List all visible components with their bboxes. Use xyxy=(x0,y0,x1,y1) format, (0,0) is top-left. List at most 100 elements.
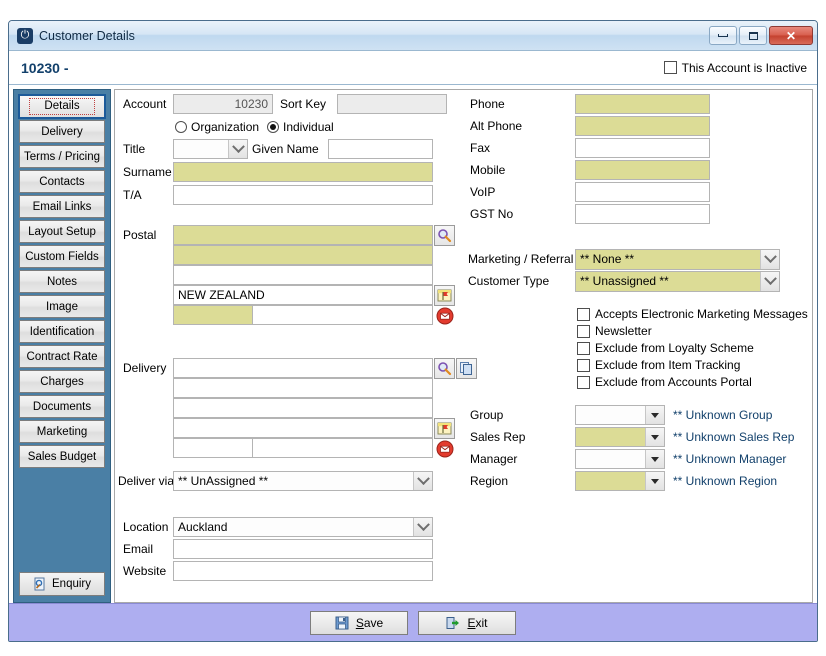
delivery-map-icon[interactable] xyxy=(434,418,455,439)
exit-label-rest: xit xyxy=(475,615,488,630)
location-combo[interactable]: Auckland xyxy=(173,517,433,537)
postal-line1-field[interactable] xyxy=(173,225,433,245)
postal-line2-field[interactable] xyxy=(173,245,433,265)
chevron-down-icon[interactable] xyxy=(645,428,664,446)
postal-email-icon[interactable] xyxy=(434,305,455,326)
customer-type-combo[interactable]: ** Unassigned ** xyxy=(575,271,780,292)
organization-radio-group[interactable]: Organization xyxy=(175,120,259,134)
marketing-referral-combo[interactable]: ** None ** xyxy=(575,249,780,270)
inactive-checkbox[interactable] xyxy=(663,61,677,74)
sidebar-item-charges[interactable]: Charges xyxy=(19,370,105,393)
exclude-item-tracking-checkbox[interactable] xyxy=(577,358,590,372)
delivery-extra-field[interactable] xyxy=(253,438,433,458)
sort-key-field[interactable] xyxy=(337,94,447,114)
checkbox-row-exclude-loyalty[interactable]: Exclude from Loyalty Scheme xyxy=(577,341,754,355)
delivery-line4-field[interactable] xyxy=(173,418,433,438)
postal-line3-field[interactable] xyxy=(173,265,433,285)
chevron-down-icon[interactable] xyxy=(413,472,432,490)
sidebar-item-terms-pricing[interactable]: Terms / Pricing xyxy=(19,145,105,168)
checkbox-row-newsletter[interactable]: Newsletter xyxy=(577,324,652,338)
website-field[interactable] xyxy=(173,561,433,581)
sidebar-item-label: Delivery xyxy=(41,125,83,138)
postal-extra-field[interactable] xyxy=(253,305,433,325)
chevron-down-icon[interactable] xyxy=(645,450,664,468)
deliver-via-combo[interactable]: ** UnAssigned ** xyxy=(173,471,433,491)
checkbox-row-exclude-accounts-portal[interactable]: Exclude from Accounts Portal xyxy=(577,375,752,389)
checkbox-row-accepts-marketing[interactable]: Accepts Electronic Marketing Messages xyxy=(577,307,808,321)
checkbox-label: Exclude from Item Tracking xyxy=(595,358,741,372)
deliver-via-label: Deliver via xyxy=(118,474,175,488)
delivery-line2-field[interactable] xyxy=(173,378,433,398)
sidebar-item-contacts[interactable]: Contacts xyxy=(19,170,105,193)
phone-field[interactable] xyxy=(575,94,710,114)
minimize-button[interactable] xyxy=(709,26,737,45)
alt-phone-field[interactable] xyxy=(575,116,710,136)
marketing-referral-label: Marketing / Referral xyxy=(468,252,574,266)
fax-label: Fax xyxy=(470,141,491,155)
chevron-down-icon[interactable] xyxy=(645,472,664,490)
organization-label: Organization xyxy=(191,120,260,134)
delivery-postcode-field[interactable] xyxy=(173,438,253,458)
exclude-accounts-portal-checkbox[interactable] xyxy=(577,375,590,389)
fax-field[interactable] xyxy=(575,138,710,158)
maximize-button[interactable] xyxy=(739,26,767,45)
organization-radio[interactable] xyxy=(175,121,187,133)
sidebar-item-custom-fields[interactable]: Custom Fields xyxy=(19,245,105,268)
chevron-down-icon[interactable] xyxy=(645,406,664,424)
save-button[interactable]: Save xyxy=(310,610,408,635)
sidebar-item-contract-rate[interactable]: Contract Rate xyxy=(19,345,105,368)
accepts-marketing-checkbox[interactable] xyxy=(577,307,590,321)
individual-radio[interactable] xyxy=(267,121,279,133)
deliver-via-value: ** UnAssigned ** xyxy=(178,474,269,488)
delivery-line3-field[interactable] xyxy=(173,398,433,418)
given-name-label: Given Name xyxy=(252,142,319,156)
postal-postcode-field[interactable] xyxy=(173,305,253,325)
sidebar-item-layout-setup[interactable]: Layout Setup xyxy=(19,220,105,243)
group-combo[interactable] xyxy=(575,405,665,425)
close-button[interactable]: ✕ xyxy=(769,26,813,45)
sidebar-item-marketing[interactable]: Marketing xyxy=(19,420,105,443)
voip-field[interactable] xyxy=(575,182,710,202)
mobile-field[interactable] xyxy=(575,160,710,180)
sidebar-item-notes[interactable]: Notes xyxy=(19,270,105,293)
inactive-checkbox-group[interactable]: This Account is Inactive xyxy=(663,61,807,75)
details-panel: Account 10230 Sort Key Organization Indi… xyxy=(114,89,813,603)
sidebar-item-image[interactable]: Image xyxy=(19,295,105,318)
ta-field[interactable] xyxy=(173,185,433,205)
postal-country-field[interactable]: NEW ZEALAND xyxy=(173,285,433,305)
sidebar-item-delivery[interactable]: Delivery xyxy=(19,120,105,143)
chevron-down-icon[interactable] xyxy=(228,140,247,158)
exclude-loyalty-checkbox[interactable] xyxy=(577,341,590,355)
postal-map-icon[interactable] xyxy=(434,285,455,306)
sidebar-item-email-links[interactable]: Email Links xyxy=(19,195,105,218)
manager-combo[interactable] xyxy=(575,449,665,469)
given-name-field[interactable] xyxy=(328,139,433,159)
sidebar-item-label: Sales Budget xyxy=(27,450,97,463)
delivery-search-icon[interactable] xyxy=(434,358,455,379)
checkbox-row-exclude-item-tracking[interactable]: Exclude from Item Tracking xyxy=(577,358,740,372)
chevron-down-icon[interactable] xyxy=(760,272,779,291)
website-label: Website xyxy=(123,564,167,578)
sidebar-item-documents[interactable]: Documents xyxy=(19,395,105,418)
surname-field[interactable] xyxy=(173,162,433,182)
individual-radio-group[interactable]: Individual xyxy=(267,120,334,134)
sales-rep-combo[interactable] xyxy=(575,427,665,447)
sidebar-item-sales-budget[interactable]: Sales Budget xyxy=(19,445,105,468)
chevron-down-icon[interactable] xyxy=(413,518,432,536)
gst-field[interactable] xyxy=(575,204,710,224)
postal-search-icon[interactable] xyxy=(434,225,455,246)
exit-button[interactable]: Exit xyxy=(418,610,516,635)
newsletter-checkbox[interactable] xyxy=(577,324,590,338)
delivery-email-icon[interactable] xyxy=(434,438,455,459)
delivery-line1-field[interactable] xyxy=(173,358,433,378)
email-field[interactable] xyxy=(173,539,433,559)
power-icon: ⏻ xyxy=(17,27,33,44)
sidebar-item-details[interactable]: Details xyxy=(18,94,106,119)
title-combo[interactable] xyxy=(173,139,248,159)
region-combo[interactable] xyxy=(575,471,665,491)
chevron-down-icon[interactable] xyxy=(760,250,779,269)
location-value: Auckland xyxy=(178,520,228,534)
enquiry-button[interactable]: Enquiry xyxy=(19,572,105,596)
delivery-copy-icon[interactable] xyxy=(456,358,477,379)
sidebar-item-identification[interactable]: Identification xyxy=(19,320,105,343)
